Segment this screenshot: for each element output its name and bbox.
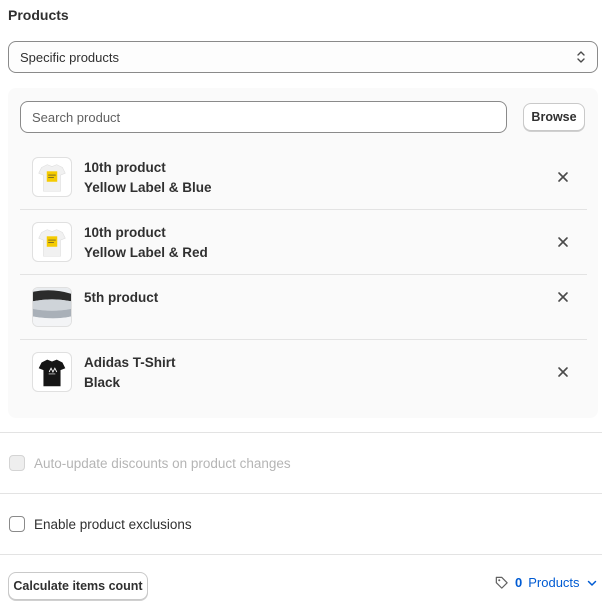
- product-name: 10th product: [84, 160, 166, 175]
- product-row: 5th product: [20, 275, 587, 340]
- product-name: 5th product: [84, 290, 159, 305]
- browse-button[interactable]: Browse: [523, 103, 585, 131]
- chevron-down-icon: [587, 580, 596, 586]
- calculate-items-count-button[interactable]: Calculate items count: [8, 572, 148, 600]
- exclusions-label[interactable]: Enable product exclusions: [34, 517, 192, 532]
- auto-update-option: Auto-update discounts on product changes: [9, 455, 291, 471]
- divider: [0, 432, 602, 433]
- tag-icon: [495, 576, 508, 589]
- exclusions-option[interactable]: Enable product exclusions: [9, 516, 192, 532]
- select-chevron-icon: [577, 51, 585, 63]
- divider: [0, 554, 602, 555]
- exclusions-checkbox[interactable]: [9, 516, 25, 532]
- search-placeholder: Search product: [32, 109, 121, 125]
- white-tshirt-thumbnail: [32, 157, 72, 197]
- black-tshirt-thumbnail: [32, 352, 72, 392]
- applies-to-select[interactable]: Specific products: [8, 41, 598, 73]
- product-row: 10th product Yellow Label & Blue: [20, 145, 587, 210]
- auto-update-checkbox: [9, 455, 25, 471]
- remove-product-icon[interactable]: [556, 290, 570, 304]
- product-name: Adidas T-Shirt: [84, 355, 176, 370]
- product-variant: Yellow Label & Blue: [84, 180, 212, 195]
- product-row: Adidas T-Shirt Black: [20, 340, 587, 405]
- remove-product-icon[interactable]: [556, 365, 570, 379]
- product-variant: Yellow Label & Red: [84, 245, 208, 260]
- products-count-toggle[interactable]: 0 Products: [494, 575, 598, 590]
- products-count-value: 0: [515, 575, 523, 590]
- applies-to-value: Specific products: [20, 49, 119, 65]
- remove-product-icon[interactable]: [556, 235, 570, 249]
- section-title: Products: [8, 7, 69, 23]
- remove-product-icon[interactable]: [556, 170, 570, 184]
- folded-fabric-thumbnail: [32, 287, 72, 327]
- white-tshirt-thumbnail: [32, 222, 72, 262]
- auto-update-label: Auto-update discounts on product changes: [34, 455, 291, 471]
- search-product-input[interactable]: Search product: [20, 101, 507, 133]
- divider: [0, 493, 602, 494]
- product-row: 10th product Yellow Label & Red: [20, 210, 587, 275]
- products-count-label: Products: [528, 575, 580, 590]
- product-name: 10th product: [84, 225, 166, 240]
- product-variant: Black: [84, 375, 121, 390]
